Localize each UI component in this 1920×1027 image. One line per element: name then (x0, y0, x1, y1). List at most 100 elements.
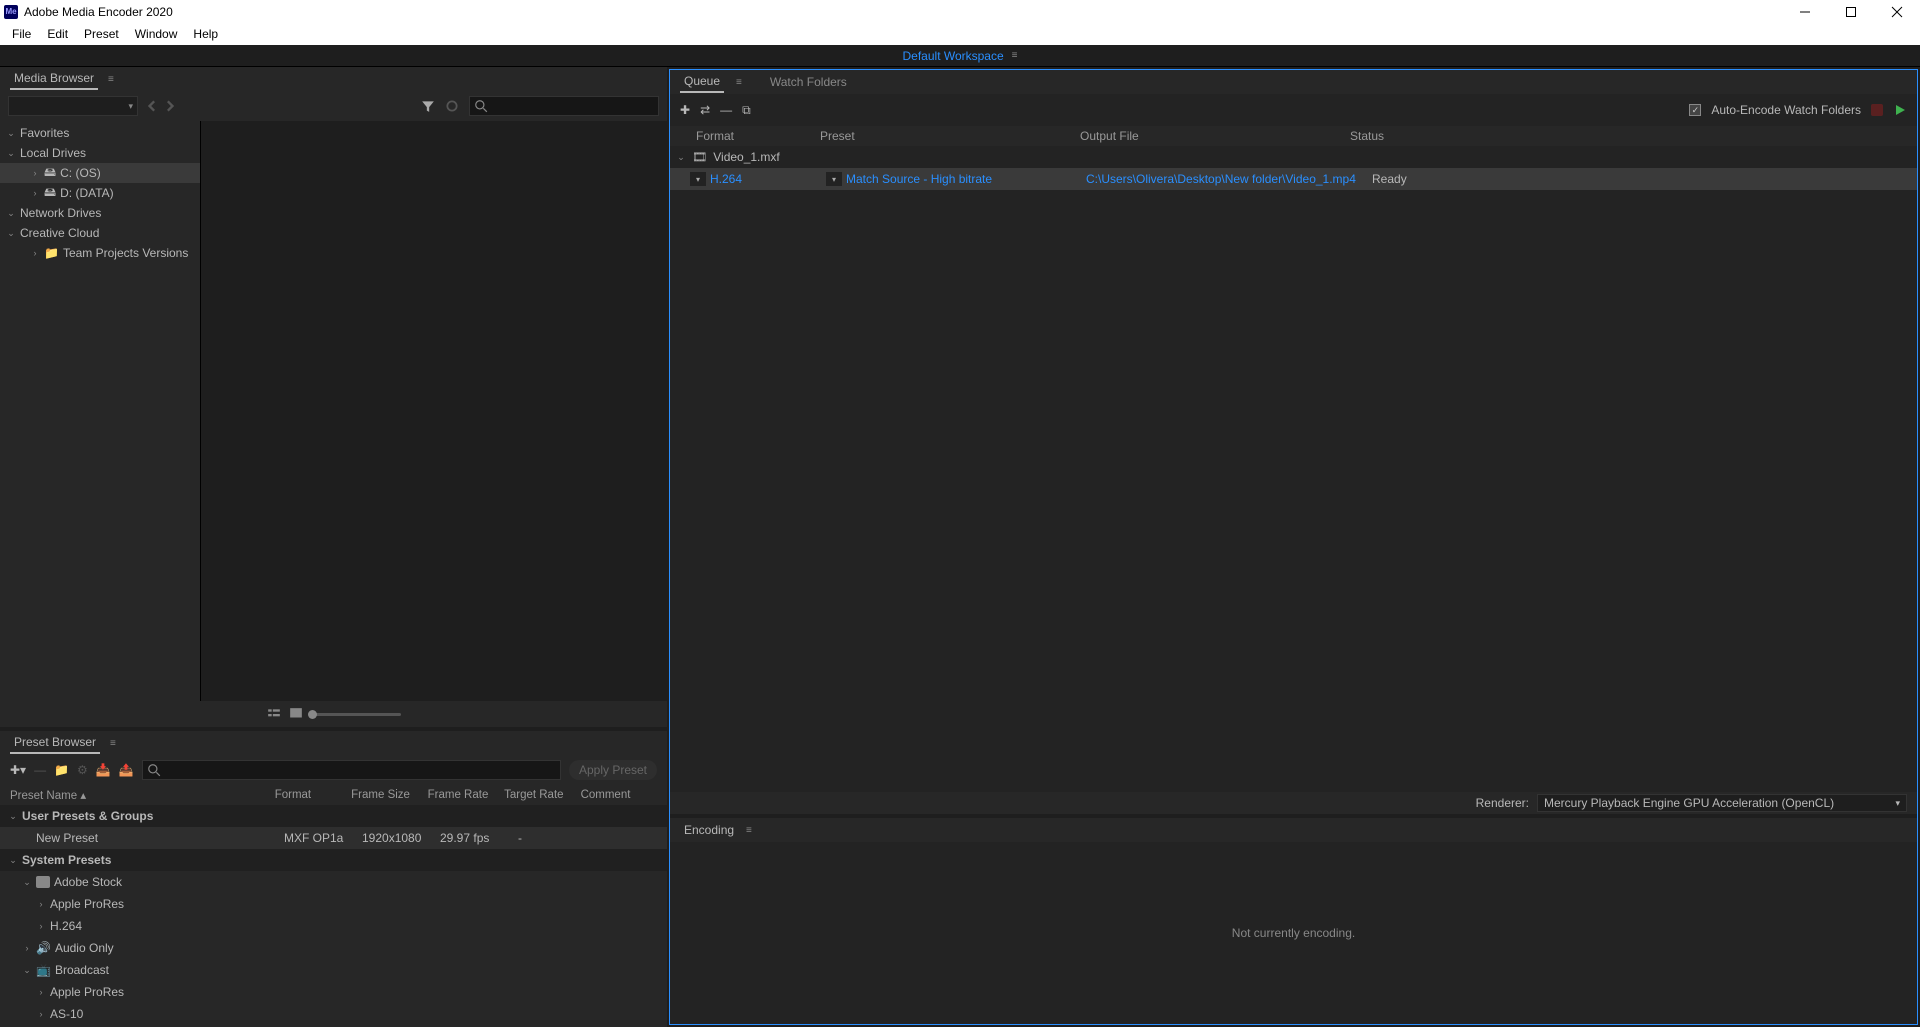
tree-favorites[interactable]: ⌄Favorites (0, 123, 200, 143)
encoding-body: Not currently encoding. (670, 842, 1917, 1024)
tree-network-drives[interactable]: ⌄Network Drives (0, 203, 200, 223)
header-status[interactable]: Status (1350, 129, 1897, 143)
header-comment[interactable]: Comment (581, 789, 657, 801)
header-output[interactable]: Output File (1080, 129, 1350, 143)
item-format[interactable]: H.264 (710, 172, 742, 186)
group-label: User Presets & Groups (22, 809, 153, 823)
encoding-tab[interactable]: Encoding (680, 820, 738, 840)
menu-help[interactable]: Help (185, 25, 226, 43)
media-browser-tab[interactable]: Media Browser (10, 68, 98, 90)
preset-group-adobe-stock[interactable]: ⌄Adobe Stock (0, 871, 667, 893)
right-pane: Queue ≡ Watch Folders ✚ ⇄ — ⧉ ✓ Auto-Enc… (669, 69, 1918, 1025)
preset-group-user[interactable]: ⌄User Presets & Groups (0, 805, 667, 827)
media-browser-panel: Media Browser ≡ ▾ ⌄Fav (0, 67, 667, 727)
preset-group-as10[interactable]: ›AS-10 (0, 1003, 667, 1025)
preset-group-h264[interactable]: ›H.264 (0, 915, 667, 937)
encoding-panel: Encoding ≡ Not currently encoding. (670, 814, 1917, 1024)
tree-local-drives[interactable]: ⌄Local Drives (0, 143, 200, 163)
apply-preset-button[interactable]: Apply Preset (569, 760, 657, 780)
item-output[interactable]: C:\Users\Olivera\Desktop\New folder\Vide… (1086, 172, 1356, 186)
encoding-menu-icon[interactable]: ≡ (746, 825, 752, 836)
queue-tabs: Queue ≡ Watch Folders (670, 70, 1917, 94)
header-format[interactable]: Format (275, 789, 351, 801)
titlebar: Me Adobe Media Encoder 2020 (0, 0, 1920, 23)
queue-headers: Format Preset Output File Status (670, 126, 1917, 146)
view-grid-icon[interactable] (289, 707, 303, 721)
view-list-icon[interactable] (267, 707, 281, 721)
chevron-right-icon: › (36, 987, 46, 997)
tree-d-drive[interactable]: ›🖴D: (DATA) (0, 183, 200, 203)
start-queue-button[interactable] (1893, 103, 1907, 117)
ingest-icon[interactable] (445, 99, 459, 113)
filter-icon[interactable] (421, 99, 435, 113)
menu-file[interactable]: File (4, 25, 39, 43)
workspace-label[interactable]: Default Workspace (903, 49, 1004, 63)
tab-watch-folders[interactable]: Watch Folders (766, 72, 851, 92)
tree-team-projects[interactable]: ›📁Team Projects Versions (0, 243, 200, 263)
stop-queue-button[interactable] (1871, 104, 1883, 116)
renderer-label: Renderer: (1476, 796, 1529, 810)
item-status: Ready (1372, 172, 1407, 186)
header-format[interactable]: Format (690, 129, 820, 143)
preset-group-broadcast[interactable]: ⌄📺Broadcast (0, 959, 667, 981)
media-browser-path-dropdown[interactable]: ▾ (8, 96, 138, 116)
minimize-button[interactable] (1782, 0, 1828, 23)
maximize-button[interactable] (1828, 0, 1874, 23)
add-source-icon[interactable]: ✚ (680, 103, 690, 117)
media-browser-content[interactable] (200, 121, 667, 701)
media-browser-menu-icon[interactable]: ≡ (108, 74, 114, 85)
tab-queue[interactable]: Queue (680, 71, 724, 93)
audio-icon: 🔊 (36, 941, 51, 955)
import-preset-icon[interactable]: 📥 (96, 763, 111, 777)
group-label: Audio Only (55, 941, 114, 955)
header-frame-rate[interactable]: Frame Rate (428, 789, 504, 801)
tree-c-drive[interactable]: ›🖴C: (OS) (0, 163, 200, 183)
preset-group-apple-prores-2[interactable]: ›Apple ProRes (0, 981, 667, 1003)
preset-row-new-preset[interactable]: New Preset MXF OP1a 1920x1080 29.97 fps … (0, 827, 667, 849)
preset-group-audio-only[interactable]: ›🔊Audio Only (0, 937, 667, 959)
preset-group-system[interactable]: ⌄System Presets (0, 849, 667, 871)
preset-browser-menu-icon[interactable]: ≡ (110, 738, 116, 749)
auto-encode-label: Auto-Encode Watch Folders (1711, 103, 1861, 117)
group-label: Adobe Stock (54, 875, 122, 889)
header-frame-size[interactable]: Frame Size (351, 789, 427, 801)
tree-label: Creative Cloud (20, 226, 99, 240)
close-button[interactable] (1874, 0, 1920, 23)
chevron-down-icon: ⌄ (6, 228, 16, 239)
chevron-right-icon: › (30, 168, 40, 178)
menu-window[interactable]: Window (127, 25, 186, 43)
queue-menu-icon[interactable]: ≡ (736, 77, 742, 88)
header-preset[interactable]: Preset (820, 129, 1080, 143)
new-group-icon[interactable]: 📁 (54, 763, 69, 777)
item-preset[interactable]: Match Source - High bitrate (846, 172, 992, 186)
nav-forward-icon[interactable] (162, 99, 176, 113)
add-preset-icon[interactable]: ✚▾ (10, 763, 26, 777)
sort-asc-icon: ▴ (80, 790, 86, 802)
format-dropdown-icon[interactable]: ▾ (690, 172, 706, 186)
export-preset-icon[interactable]: 📤 (119, 763, 134, 777)
preset-search[interactable] (142, 760, 561, 780)
remove-preset-icon[interactable]: — (34, 763, 46, 777)
auto-encode-checkbox[interactable]: ✓ (1689, 104, 1701, 116)
menu-preset[interactable]: Preset (76, 25, 127, 43)
zoom-slider[interactable] (311, 713, 401, 716)
header-target-rate[interactable]: Target Rate (504, 789, 580, 801)
add-output-icon[interactable]: ⇄ (700, 103, 710, 117)
workspace-menu-icon[interactable]: ≡ (1012, 50, 1018, 61)
media-browser-search[interactable] (469, 96, 659, 116)
queue-source-row[interactable]: ⌄ 🎞 Video_1.mxf (670, 146, 1917, 168)
chevron-right-icon: › (36, 1009, 46, 1019)
preset-settings-icon[interactable]: ⚙ (77, 763, 88, 777)
preset-browser-tab[interactable]: Preset Browser (10, 732, 100, 754)
queue-item-row[interactable]: ▾ H.264 ▾ Match Source - High bitrate C:… (670, 168, 1917, 190)
header-preset-name[interactable]: Preset Name ▴ (10, 788, 275, 802)
duplicate-icon[interactable]: ⧉ (742, 103, 751, 118)
renderer-dropdown[interactable]: Mercury Playback Engine GPU Acceleration… (1537, 794, 1907, 812)
preset-group-apple-prores-1[interactable]: ›Apple ProRes (0, 893, 667, 915)
tree-creative-cloud[interactable]: ⌄ Creative Cloud (0, 223, 200, 243)
nav-back-icon[interactable] (146, 99, 160, 113)
preset-dropdown-icon[interactable]: ▾ (826, 172, 842, 186)
remove-icon[interactable]: — (720, 103, 732, 117)
drive-icon: 🖴 (44, 163, 56, 184)
menu-edit[interactable]: Edit (39, 25, 76, 43)
